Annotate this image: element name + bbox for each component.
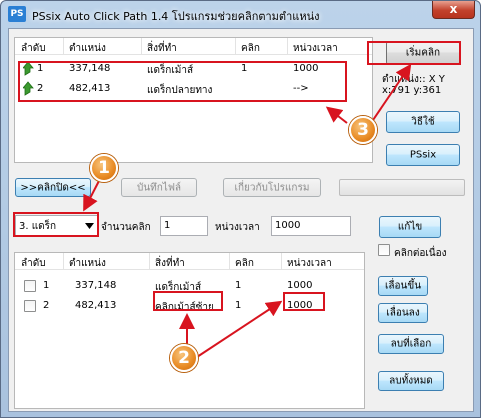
step-badge-2: 2	[170, 344, 198, 372]
app-window: PS PSsix Auto Click Path 1.4 โปรแกรมช่วย…	[0, 0, 481, 418]
arrow-to-top-list	[325, 106, 348, 124]
arrow-to-start	[370, 63, 412, 124]
step-badge-3: 3	[349, 116, 377, 144]
arrow-to-delay-cell	[196, 300, 283, 358]
arrow-to-select	[83, 176, 102, 212]
annotation-arrows	[83, 63, 412, 358]
step-badge-1: 1	[90, 154, 118, 182]
